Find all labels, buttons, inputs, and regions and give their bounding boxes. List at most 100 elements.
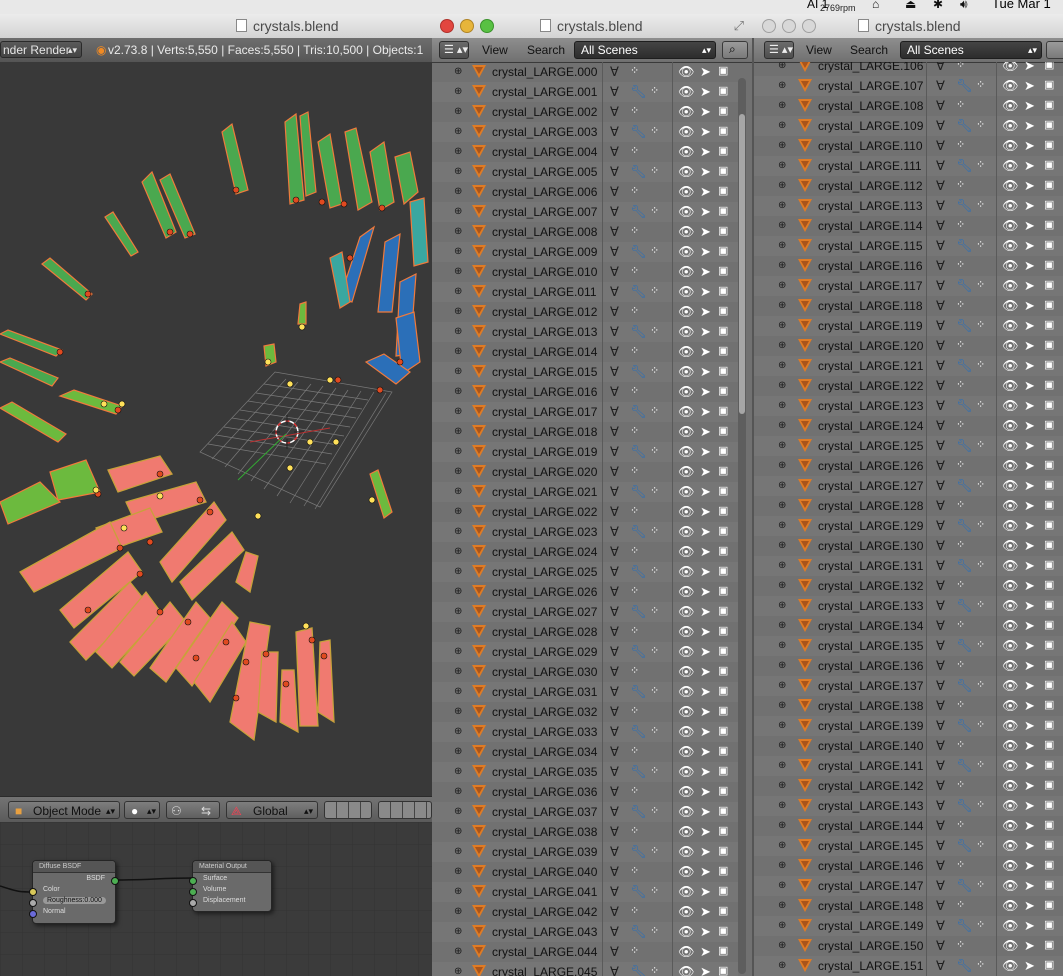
wrench-icon[interactable]: 🔧︎ — [630, 724, 647, 739]
material-icon[interactable]: ⁘ — [630, 784, 639, 799]
outliner-row[interactable]: ⊕ crystal_LARGE.027 ∀ 🔧︎ ⁘ 👁︎ ➤ ▣ — [432, 602, 738, 622]
mesh-data-icon[interactable]: ∀ — [610, 764, 619, 779]
object-name[interactable]: crystal_LARGE.014 — [492, 345, 597, 359]
camera-icon[interactable]: ▣ — [718, 864, 728, 879]
view-menu[interactable]: View — [482, 43, 508, 57]
camera-icon[interactable]: ▣ — [1044, 418, 1054, 433]
object-name[interactable]: crystal_LARGE.130 — [818, 539, 923, 553]
expand-icon[interactable]: ⊕ — [454, 667, 462, 677]
eye-icon[interactable]: 👁︎ — [678, 924, 695, 939]
outliner-row[interactable]: ⊕ crystal_LARGE.019 ∀ 🔧︎ ⁘ 👁︎ ➤ ▣ — [432, 442, 738, 462]
object-name[interactable]: crystal_LARGE.022 — [492, 505, 597, 519]
expand-icon[interactable]: ⊕ — [778, 701, 786, 711]
wrench-icon[interactable]: 🔧︎ — [956, 198, 973, 213]
cursor-icon[interactable]: ➤ — [700, 744, 711, 759]
wrench-icon[interactable]: 🔧︎ — [630, 204, 647, 219]
mesh-data-icon[interactable]: ∀ — [610, 324, 619, 339]
eye-icon[interactable]: 👁︎ — [1002, 778, 1019, 793]
expand-icon[interactable]: ⊕ — [454, 187, 462, 197]
object-name[interactable]: crystal_LARGE.000 — [492, 65, 597, 79]
expand-icon[interactable]: ⊕ — [454, 487, 462, 497]
cursor-icon[interactable]: ➤ — [700, 544, 711, 559]
expand-icon[interactable]: ⊕ — [778, 481, 786, 491]
material-icon[interactable]: ⁘ — [630, 384, 639, 399]
expand-icon[interactable]: ⊕ — [778, 321, 786, 331]
zoom-icon[interactable] — [802, 19, 816, 33]
mesh-data-icon[interactable]: ∀ — [936, 218, 945, 233]
eye-icon[interactable]: 👁︎ — [1002, 738, 1019, 753]
mesh-data-icon[interactable]: ∀ — [610, 704, 619, 719]
object-name[interactable]: crystal_LARGE.017 — [492, 405, 597, 419]
search-toggle[interactable] — [1046, 41, 1063, 59]
expand-icon[interactable]: ⊕ — [778, 361, 786, 371]
object-name[interactable]: crystal_LARGE.121 — [818, 359, 923, 373]
expand-icon[interactable]: ⊕ — [778, 881, 786, 891]
mesh-data-icon[interactable]: ∀ — [936, 878, 945, 893]
cursor-icon[interactable]: ➤ — [1024, 238, 1035, 253]
eye-icon[interactable]: 👁︎ — [678, 364, 695, 379]
material-icon[interactable]: ⁘ — [650, 324, 659, 339]
object-name[interactable]: crystal_LARGE.134 — [818, 619, 923, 633]
object-name[interactable]: crystal_LARGE.040 — [492, 865, 597, 879]
camera-icon[interactable]: ▣ — [1044, 318, 1054, 333]
object-name[interactable]: crystal_LARGE.111 — [818, 159, 922, 173]
wrench-icon[interactable]: 🔧︎ — [956, 718, 973, 733]
camera-icon[interactable]: ▣ — [718, 364, 728, 379]
mesh-data-icon[interactable]: ∀ — [610, 224, 619, 239]
expand-icon[interactable]: ⊕ — [454, 307, 462, 317]
material-icon[interactable]: ⁘ — [650, 364, 659, 379]
camera-icon[interactable]: ▣ — [718, 804, 728, 819]
expand-icon[interactable]: ⊕ — [454, 467, 462, 477]
camera-icon[interactable]: ▣ — [1044, 878, 1054, 893]
outliner-row[interactable]: ⊕ crystal_LARGE.005 ∀ 🔧︎ ⁘ 👁︎ ➤ ▣ — [432, 162, 738, 182]
camera-icon[interactable]: ▣ — [718, 384, 728, 399]
object-name[interactable]: crystal_LARGE.112 — [818, 179, 923, 193]
camera-icon[interactable]: ▣ — [718, 584, 728, 599]
eye-icon[interactable]: 👁︎ — [1002, 958, 1019, 973]
eye-icon[interactable]: 👁︎ — [1002, 758, 1019, 773]
eye-icon[interactable]: 👁︎ — [1002, 678, 1019, 693]
outliner-row[interactable]: ⊕ crystal_LARGE.140 ∀ ⁘ 👁︎ ➤ ▣ — [754, 736, 1063, 756]
editor-type-select[interactable]: ☰ ▴▾ — [439, 41, 469, 59]
cursor-icon[interactable]: ➤ — [1024, 98, 1035, 113]
object-name[interactable]: crystal_LARGE.023 — [492, 525, 597, 539]
eye-icon[interactable]: 👁︎ — [678, 164, 695, 179]
mesh-data-icon[interactable]: ∀ — [936, 618, 945, 633]
cursor-icon[interactable]: ➤ — [1024, 678, 1035, 693]
wrench-icon[interactable]: 🔧︎ — [956, 158, 973, 173]
object-name[interactable]: crystal_LARGE.041 — [492, 885, 597, 899]
mesh-data-icon[interactable]: ∀ — [936, 278, 945, 293]
material-icon[interactable]: ⁘ — [630, 104, 639, 119]
material-icon[interactable]: ⁘ — [956, 218, 965, 233]
expand-icon[interactable]: ⊕ — [778, 161, 786, 171]
mesh-data-icon[interactable]: ∀ — [936, 238, 945, 253]
eye-icon[interactable]: 👁︎ — [1002, 458, 1019, 473]
mesh-data-icon[interactable]: ∀ — [610, 944, 619, 959]
wrench-icon[interactable]: 🔧︎ — [956, 878, 973, 893]
camera-icon[interactable]: ▣ — [718, 104, 728, 119]
eye-icon[interactable]: 👁︎ — [1002, 138, 1019, 153]
cursor-icon[interactable]: ➤ — [1024, 918, 1035, 933]
expand-icon[interactable]: ⊕ — [454, 287, 462, 297]
mesh-data-icon[interactable]: ∀ — [610, 924, 619, 939]
expand-icon[interactable]: ⊕ — [454, 587, 462, 597]
wrench-icon[interactable]: 🔧︎ — [956, 958, 973, 973]
cursor-icon[interactable]: ➤ — [700, 804, 711, 819]
camera-icon[interactable]: ▣ — [718, 64, 728, 79]
eye-icon[interactable]: 👁︎ — [678, 204, 695, 219]
camera-icon[interactable]: ▣ — [1044, 958, 1054, 973]
outliner-row[interactable]: ⊕ crystal_LARGE.007 ∀ 🔧︎ ⁘ 👁︎ ➤ ▣ — [432, 202, 738, 222]
wrench-icon[interactable]: 🔧︎ — [956, 638, 973, 653]
expand-icon[interactable]: ⊕ — [778, 241, 786, 251]
eye-icon[interactable]: 👁︎ — [1002, 578, 1019, 593]
camera-icon[interactable]: ▣ — [1044, 238, 1054, 253]
expand-icon[interactable]: ⊕ — [454, 427, 462, 437]
mesh-data-icon[interactable]: ∀ — [936, 198, 945, 213]
cursor-icon[interactable]: ➤ — [1024, 858, 1035, 873]
eye-icon[interactable]: 👁︎ — [1002, 178, 1019, 193]
outliner-row[interactable]: ⊕ crystal_LARGE.149 ∀ 🔧︎ ⁘ 👁︎ ➤ ▣ — [754, 916, 1063, 936]
mesh-data-icon[interactable]: ∀ — [936, 158, 945, 173]
object-name[interactable]: crystal_LARGE.007 — [492, 205, 597, 219]
eye-icon[interactable]: 👁︎ — [1002, 618, 1019, 633]
mode-select[interactable]: ■ Object Mode ▴▾ — [8, 801, 120, 819]
